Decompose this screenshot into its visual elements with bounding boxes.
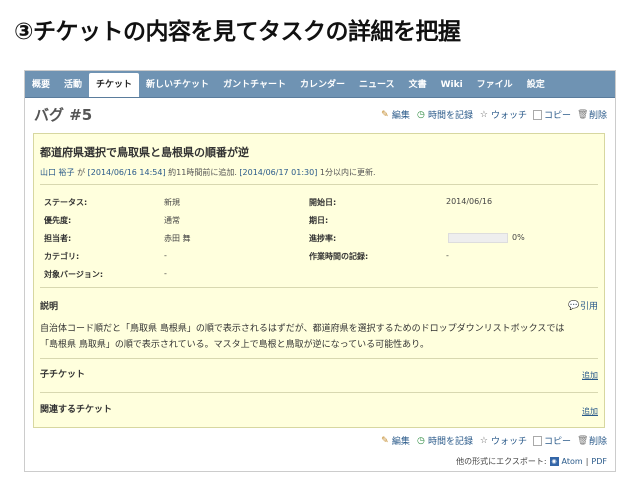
description-line: 自治体コード順だと「鳥取県 島根県」の順で表示されるはずだが、都道府県を選択する… bbox=[40, 324, 565, 334]
divider bbox=[40, 358, 598, 359]
progress-bar bbox=[448, 233, 508, 243]
created-time-link[interactable]: [2014/06/16 14:54] bbox=[88, 168, 166, 177]
slide-title: ③チケットの内容を見てタスクの詳細を把握 bbox=[14, 19, 461, 45]
speech-bubble-icon: 💬 bbox=[567, 300, 580, 311]
trash-icon: 🗑 bbox=[576, 109, 589, 120]
watch-link[interactable]: ☆ ウォッチ bbox=[479, 434, 527, 448]
export-label: 他の形式にエクスポート: bbox=[456, 457, 547, 466]
copy-icon bbox=[532, 435, 542, 446]
author-suffix: が bbox=[74, 168, 88, 177]
start-date-label: 開始日: bbox=[309, 198, 337, 207]
created-relative: 約11時間前に追加. bbox=[165, 168, 240, 177]
edit-label: 編集 bbox=[391, 437, 410, 447]
edit-link[interactable]: ✎ 編集 bbox=[380, 108, 410, 122]
star-icon: ☆ bbox=[479, 109, 488, 120]
watch-link[interactable]: ☆ ウォッチ bbox=[479, 108, 527, 122]
spent-time-value: - bbox=[446, 251, 449, 260]
updated-relative: 1分以内に更新. bbox=[317, 168, 376, 177]
log-time-label: 時間を記録 bbox=[427, 111, 473, 121]
tab-activity[interactable]: 活動 bbox=[57, 73, 89, 97]
related-issues-title: 関連するチケット bbox=[40, 405, 113, 415]
star-icon: ☆ bbox=[479, 435, 488, 446]
tab-wiki[interactable]: Wiki bbox=[434, 73, 470, 97]
category-label: カテゴリ: bbox=[44, 252, 80, 261]
atom-link[interactable]: Atom bbox=[562, 457, 583, 466]
copy-label: コピー bbox=[543, 111, 571, 121]
description-line: 「島根県 鳥取県」の順で表示されている。マスタ上で島根と鳥取が逆になっている可能… bbox=[40, 340, 429, 350]
clock-icon: ◷ bbox=[417, 435, 425, 446]
assignee-label: 担当者: bbox=[44, 234, 72, 243]
tab-news[interactable]: ニュース bbox=[352, 73, 402, 97]
issue-description: 自治体コード順だと「鳥取県 島根県」の順で表示されるはずだが、都道府県を選択する… bbox=[40, 321, 600, 353]
quote-label: 引用 bbox=[579, 302, 598, 312]
watch-label: ウォッチ bbox=[490, 111, 527, 121]
status-value: 新規 bbox=[164, 198, 180, 207]
issue-author-line: 山口 裕子 が [2014/06/16 14:54] 約11時間前に追加. [2… bbox=[40, 167, 376, 178]
divider bbox=[40, 392, 598, 393]
rss-feed-icon: ◉ bbox=[549, 457, 559, 466]
author-link[interactable]: 山口 裕子 bbox=[40, 168, 75, 177]
tab-settings[interactable]: 設定 bbox=[520, 73, 552, 97]
category-value: - bbox=[164, 251, 167, 260]
tab-gantt[interactable]: ガントチャート bbox=[216, 73, 293, 97]
delete-label: 削除 bbox=[588, 437, 607, 447]
pdf-link[interactable]: PDF bbox=[591, 457, 607, 466]
delete-label: 削除 bbox=[588, 111, 607, 121]
divider bbox=[40, 184, 598, 185]
copy-icon bbox=[532, 109, 542, 120]
copy-label: コピー bbox=[543, 437, 571, 447]
quote-link[interactable]: 💬 引用 bbox=[567, 299, 598, 313]
target-version-value: - bbox=[164, 269, 167, 278]
copy-link[interactable]: コピー bbox=[532, 108, 571, 121]
add-relation-link[interactable]: 追加 bbox=[582, 406, 598, 417]
log-time-label: 時間を記録 bbox=[427, 437, 473, 447]
tab-documents[interactable]: 文書 bbox=[402, 73, 434, 97]
due-date-label: 期日: bbox=[309, 216, 329, 225]
pencil-icon: ✎ bbox=[381, 109, 389, 120]
delete-link[interactable]: 🗑 削除 bbox=[576, 108, 607, 122]
issue-title: バグ #5 bbox=[34, 106, 93, 124]
trash-icon: 🗑 bbox=[576, 435, 589, 446]
issue-header: バグ #5 ✎ 編集 ◷ 時間を記録 ☆ ウォッチ コピー 🗑 削除 bbox=[25, 98, 615, 128]
assignee-link[interactable]: 赤田 舞 bbox=[164, 233, 191, 244]
clock-icon: ◷ bbox=[417, 109, 425, 120]
spent-time-label: 作業時間の記録: bbox=[309, 252, 369, 261]
issue-actions-bottom: ✎ 編集 ◷ 時間を記録 ☆ ウォッチ コピー 🗑 削除 bbox=[380, 434, 607, 447]
copy-link[interactable]: コピー bbox=[532, 434, 571, 447]
status-label: ステータス: bbox=[44, 198, 88, 207]
priority-value: 通常 bbox=[164, 216, 180, 225]
tab-issues[interactable]: チケット bbox=[89, 73, 140, 97]
issue-subject: 都道府県選択で鳥取県と島根県の順番が逆 bbox=[40, 146, 249, 159]
log-time-link[interactable]: ◷ 時間を記録 bbox=[416, 108, 473, 122]
target-version-label: 対象バージョン: bbox=[44, 270, 104, 279]
add-subtask-link[interactable]: 追加 bbox=[582, 370, 598, 381]
issue-details-panel: 都道府県選択で鳥取県と島根県の順番が逆 山口 裕子 が [2014/06/16 … bbox=[33, 133, 605, 428]
main-menu-tabs: 概要 活動 チケット 新しいチケット ガントチャート カレンダー ニュース 文書… bbox=[25, 71, 615, 98]
tab-files[interactable]: ファイル bbox=[470, 73, 520, 97]
done-ratio-value: 0% bbox=[512, 233, 525, 242]
export-formats: 他の形式にエクスポート: ◉ Atom | PDF bbox=[456, 456, 607, 467]
subtasks-title: 子チケット bbox=[40, 370, 86, 380]
description-title: 説明 bbox=[40, 302, 59, 312]
priority-label: 優先度: bbox=[44, 216, 72, 225]
edit-link[interactable]: ✎ 編集 bbox=[380, 434, 410, 448]
edit-label: 編集 bbox=[391, 111, 410, 121]
watch-label: ウォッチ bbox=[490, 437, 527, 447]
tab-new-issue[interactable]: 新しいチケット bbox=[139, 73, 216, 97]
done-ratio-label: 進捗率: bbox=[309, 234, 337, 243]
log-time-link[interactable]: ◷ 時間を記録 bbox=[416, 434, 473, 448]
start-date-value: 2014/06/16 bbox=[446, 197, 493, 206]
delete-link[interactable]: 🗑 削除 bbox=[576, 434, 607, 448]
tab-overview[interactable]: 概要 bbox=[25, 73, 57, 97]
export-separator: | bbox=[585, 457, 589, 466]
issue-actions-top: ✎ 編集 ◷ 時間を記録 ☆ ウォッチ コピー 🗑 削除 bbox=[380, 108, 607, 121]
pencil-icon: ✎ bbox=[381, 435, 389, 446]
updated-time-link[interactable]: [2014/06/17 01:30] bbox=[239, 168, 317, 177]
tab-calendar[interactable]: カレンダー bbox=[293, 73, 352, 97]
divider bbox=[40, 287, 598, 288]
redmine-window: 概要 活動 チケット 新しいチケット ガントチャート カレンダー ニュース 文書… bbox=[24, 70, 616, 472]
